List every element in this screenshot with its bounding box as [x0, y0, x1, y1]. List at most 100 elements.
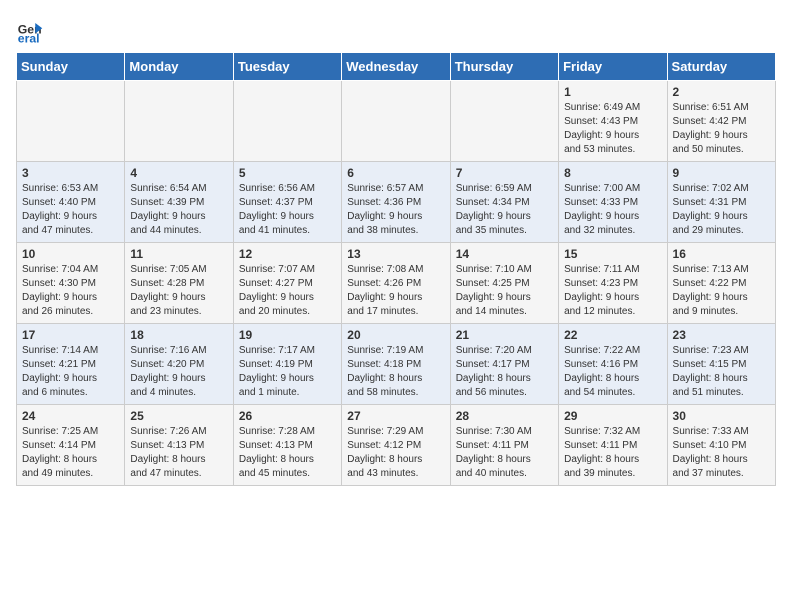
calendar-cell: 12Sunrise: 7:07 AM Sunset: 4:27 PM Dayli… — [233, 243, 341, 324]
day-number: 25 — [130, 409, 227, 423]
day-info: Sunrise: 7:20 AM Sunset: 4:17 PM Dayligh… — [456, 344, 553, 400]
logo-icon: Gen eral — [16, 16, 44, 44]
day-number: 16 — [673, 247, 770, 261]
day-info: Sunrise: 7:30 AM Sunset: 4:11 PM Dayligh… — [456, 425, 553, 481]
calendar-cell: 5 Sunrise: 6:56 AM Sunset: 4:37 PM Daylig… — [233, 162, 341, 243]
calendar-cell: 27 Sunrise: 7:29 AM Sunset: 4:12 PM Dayli… — [342, 405, 450, 486]
calendar-cell: 4 Sunrise: 6:54 AM Sunset: 4:39 PM Daylig… — [125, 162, 233, 243]
day-number: 30 — [673, 409, 770, 423]
calendar-cell: 3 Sunrise: 6:53 AM Sunset: 4:40 PM Daylig… — [17, 162, 125, 243]
day-info: Sunrise: 6:53 AM Sunset: 4:40 PM Dayligh… — [22, 182, 119, 238]
calendar-cell: 21 Sunrise: 7:20 AM Sunset: 4:17 PM Dayli… — [450, 324, 558, 405]
calendar-header-row: SundayMondayTuesdayWednesdayThursdayFrid… — [17, 53, 776, 81]
day-number: 27 — [347, 409, 444, 423]
day-number: 24 — [22, 409, 119, 423]
col-header-friday: Friday — [559, 53, 667, 81]
day-info: Sunrise: 7:32 AM Sunset: 4:11 PM Dayligh… — [564, 425, 661, 481]
day-info: Sunrise: 7:33 AM Sunset: 4:10 PM Dayligh… — [673, 425, 770, 481]
calendar-table: SundayMondayTuesdayWednesdayThursdayFrid… — [16, 52, 776, 486]
calendar-cell — [17, 81, 125, 162]
calendar-cell: 18Sunrise: 7:16 AM Sunset: 4:20 PM Dayli… — [125, 324, 233, 405]
calendar-week-row: 3 Sunrise: 6:53 AM Sunset: 4:40 PM Daylig… — [17, 162, 776, 243]
day-number: 13 — [347, 247, 444, 261]
day-info: Sunrise: 7:10 AM Sunset: 4:25 PM Dayligh… — [456, 263, 553, 319]
col-header-monday: Monday — [125, 53, 233, 81]
day-number: 4 — [130, 166, 227, 180]
day-info: Sunrise: 7:29 AM Sunset: 4:12 PM Dayligh… — [347, 425, 444, 481]
day-info: Sunrise: 6:49 AM Sunset: 4:43 PM Dayligh… — [564, 101, 661, 157]
calendar-cell: 19 Sunrise: 7:17 AM Sunset: 4:19 PM Dayli… — [233, 324, 341, 405]
calendar-week-row: 1 Sunrise: 6:49 AM Sunset: 4:43 PM Daylig… — [17, 81, 776, 162]
calendar-cell: 15 Sunrise: 7:11 AM Sunset: 4:23 PM Dayli… — [559, 243, 667, 324]
calendar-cell — [125, 81, 233, 162]
day-info: Sunrise: 7:19 AM Sunset: 4:18 PM Dayligh… — [347, 344, 444, 400]
page-header: Gen eral — [16, 16, 776, 44]
day-number: 23 — [673, 328, 770, 342]
day-info: Sunrise: 7:13 AM Sunset: 4:22 PM Dayligh… — [673, 263, 770, 319]
day-number: 28 — [456, 409, 553, 423]
day-number: 11 — [130, 247, 227, 261]
col-header-wednesday: Wednesday — [342, 53, 450, 81]
day-number: 17 — [22, 328, 119, 342]
calendar-cell: 11 Sunrise: 7:05 AM Sunset: 4:28 PM Dayli… — [125, 243, 233, 324]
day-number: 6 — [347, 166, 444, 180]
calendar-cell: 25 Sunrise: 7:26 AM Sunset: 4:13 PM Dayli… — [125, 405, 233, 486]
calendar-cell — [342, 81, 450, 162]
logo: Gen eral — [16, 16, 48, 44]
day-number: 20 — [347, 328, 444, 342]
calendar-week-row: 17 Sunrise: 7:14 AM Sunset: 4:21 PM Dayli… — [17, 324, 776, 405]
calendar-cell: 30 Sunrise: 7:33 AM Sunset: 4:10 PM Dayli… — [667, 405, 775, 486]
day-info: Sunrise: 7:25 AM Sunset: 4:14 PM Dayligh… — [22, 425, 119, 481]
col-header-tuesday: Tuesday — [233, 53, 341, 81]
day-number: 2 — [673, 85, 770, 99]
day-number: 3 — [22, 166, 119, 180]
calendar-cell: 28 Sunrise: 7:30 AM Sunset: 4:11 PM Dayli… — [450, 405, 558, 486]
col-header-saturday: Saturday — [667, 53, 775, 81]
day-info: Sunrise: 7:07 AM Sunset: 4:27 PM Dayligh… — [239, 263, 336, 319]
day-info: Sunrise: 7:11 AM Sunset: 4:23 PM Dayligh… — [564, 263, 661, 319]
calendar-cell: 29 Sunrise: 7:32 AM Sunset: 4:11 PM Dayli… — [559, 405, 667, 486]
day-info: Sunrise: 7:23 AM Sunset: 4:15 PM Dayligh… — [673, 344, 770, 400]
day-number: 15 — [564, 247, 661, 261]
day-number: 10 — [22, 247, 119, 261]
calendar-cell: 1 Sunrise: 6:49 AM Sunset: 4:43 PM Daylig… — [559, 81, 667, 162]
day-info: Sunrise: 7:17 AM Sunset: 4:19 PM Dayligh… — [239, 344, 336, 400]
day-info: Sunrise: 6:56 AM Sunset: 4:37 PM Dayligh… — [239, 182, 336, 238]
calendar-cell: 23 Sunrise: 7:23 AM Sunset: 4:15 PM Dayli… — [667, 324, 775, 405]
day-info: Sunrise: 7:05 AM Sunset: 4:28 PM Dayligh… — [130, 263, 227, 319]
calendar-cell: 10Sunrise: 7:04 AM Sunset: 4:30 PM Dayli… — [17, 243, 125, 324]
svg-text:eral: eral — [18, 31, 40, 44]
day-number: 7 — [456, 166, 553, 180]
day-number: 1 — [564, 85, 661, 99]
day-info: Sunrise: 7:22 AM Sunset: 4:16 PM Dayligh… — [564, 344, 661, 400]
day-info: Sunrise: 7:16 AM Sunset: 4:20 PM Dayligh… — [130, 344, 227, 400]
calendar-cell: 22 Sunrise: 7:22 AM Sunset: 4:16 PM Dayli… — [559, 324, 667, 405]
day-info: Sunrise: 7:28 AM Sunset: 4:13 PM Dayligh… — [239, 425, 336, 481]
day-number: 22 — [564, 328, 661, 342]
day-info: Sunrise: 6:54 AM Sunset: 4:39 PM Dayligh… — [130, 182, 227, 238]
calendar-cell: 9 Sunrise: 7:02 AM Sunset: 4:31 PM Daylig… — [667, 162, 775, 243]
day-number: 29 — [564, 409, 661, 423]
day-info: Sunrise: 6:57 AM Sunset: 4:36 PM Dayligh… — [347, 182, 444, 238]
calendar-cell: 8 Sunrise: 7:00 AM Sunset: 4:33 PM Daylig… — [559, 162, 667, 243]
day-number: 8 — [564, 166, 661, 180]
col-header-thursday: Thursday — [450, 53, 558, 81]
calendar-cell: 24 Sunrise: 7:25 AM Sunset: 4:14 PM Dayli… — [17, 405, 125, 486]
day-info: Sunrise: 7:02 AM Sunset: 4:31 PM Dayligh… — [673, 182, 770, 238]
calendar-cell: 7Sunrise: 6:59 AM Sunset: 4:34 PM Daylig… — [450, 162, 558, 243]
calendar-week-row: 24 Sunrise: 7:25 AM Sunset: 4:14 PM Dayli… — [17, 405, 776, 486]
calendar-cell: 20 Sunrise: 7:19 AM Sunset: 4:18 PM Dayli… — [342, 324, 450, 405]
calendar-cell: 26Sunrise: 7:28 AM Sunset: 4:13 PM Dayli… — [233, 405, 341, 486]
day-number: 14 — [456, 247, 553, 261]
day-info: Sunrise: 7:26 AM Sunset: 4:13 PM Dayligh… — [130, 425, 227, 481]
day-info: Sunrise: 7:08 AM Sunset: 4:26 PM Dayligh… — [347, 263, 444, 319]
calendar-cell: 13 Sunrise: 7:08 AM Sunset: 4:26 PM Dayli… — [342, 243, 450, 324]
calendar-cell: 17 Sunrise: 7:14 AM Sunset: 4:21 PM Dayli… — [17, 324, 125, 405]
day-number: 5 — [239, 166, 336, 180]
day-number: 21 — [456, 328, 553, 342]
calendar-cell — [233, 81, 341, 162]
day-info: Sunrise: 7:00 AM Sunset: 4:33 PM Dayligh… — [564, 182, 661, 238]
day-number: 19 — [239, 328, 336, 342]
day-info: Sunrise: 7:14 AM Sunset: 4:21 PM Dayligh… — [22, 344, 119, 400]
day-number: 9 — [673, 166, 770, 180]
